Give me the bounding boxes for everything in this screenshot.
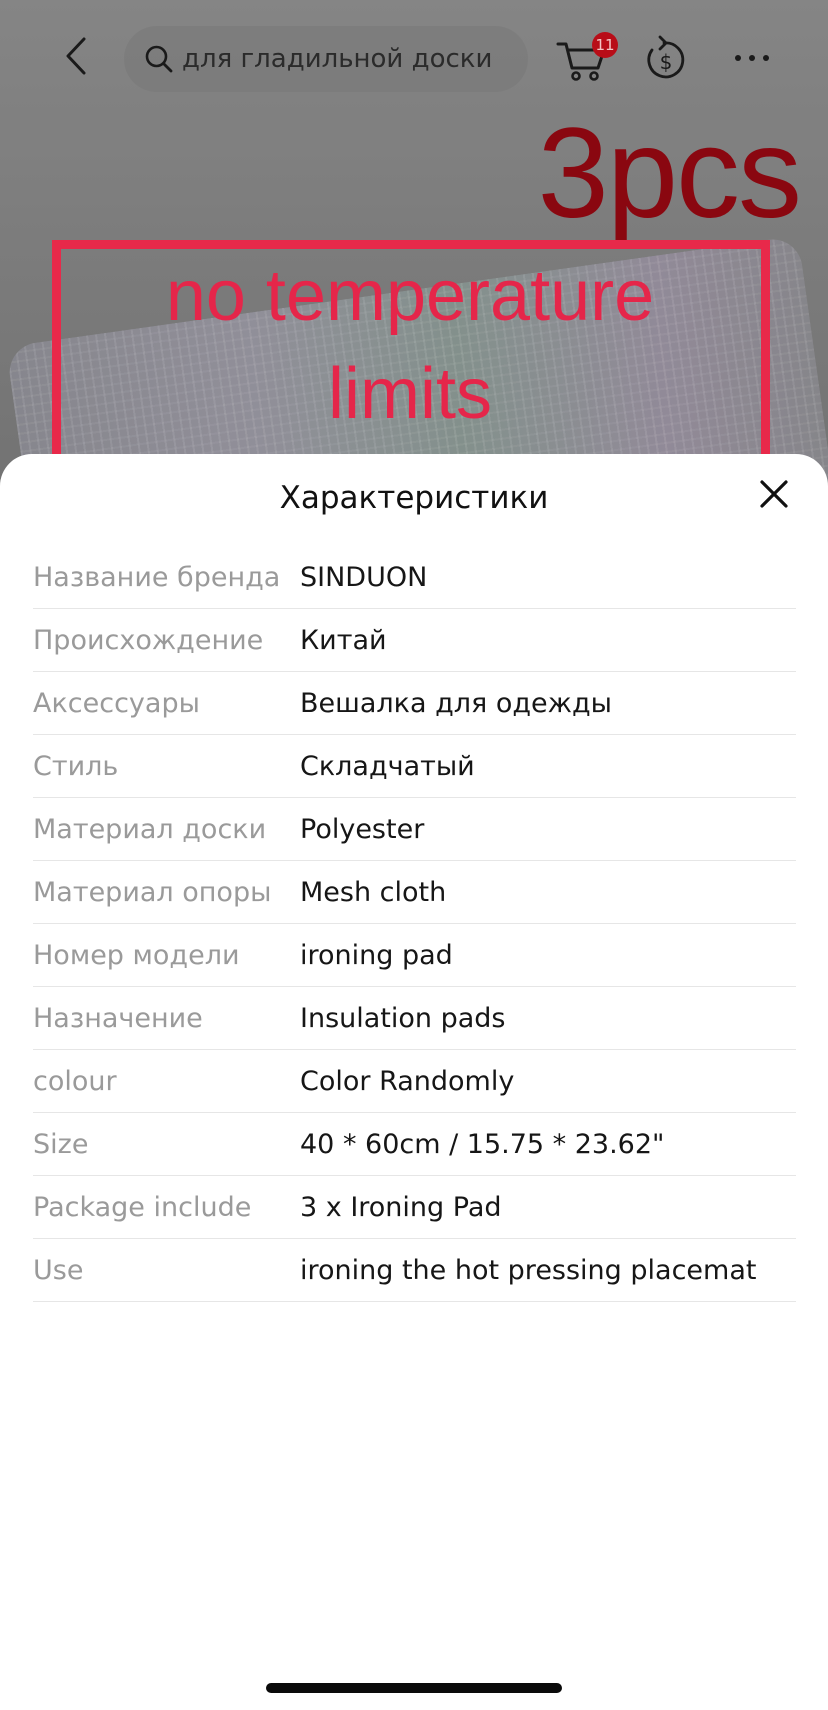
- cart-icon: [554, 42, 610, 88]
- spec-key: Название бренда: [33, 561, 281, 593]
- spec-key: Стиль: [33, 750, 119, 782]
- search-icon: [144, 44, 174, 74]
- spec-row: Название бренда SINDUON: [33, 546, 796, 609]
- spec-value: Insulation pads: [300, 1002, 506, 1034]
- spec-row: Стиль Складчатый: [33, 735, 796, 798]
- more-button[interactable]: [730, 40, 774, 74]
- spec-row: Номер модели ironing pad: [33, 924, 796, 987]
- spec-row: Size 40 * 60cm / 15.75 * 23.62": [33, 1113, 796, 1176]
- spec-row: Package include 3 x Ironing Pad: [33, 1176, 796, 1239]
- coin-button[interactable]: $: [644, 34, 688, 84]
- more-dots-icon: [732, 48, 772, 67]
- spec-key: Материал доски: [33, 813, 267, 845]
- spec-value: SINDUON: [300, 561, 428, 593]
- back-button[interactable]: [56, 34, 96, 82]
- home-indicator[interactable]: [266, 1683, 562, 1693]
- spec-key: Use: [33, 1254, 84, 1286]
- spec-value: Color Randomly: [300, 1065, 515, 1097]
- image-text-line2: limits: [328, 354, 492, 434]
- coin-refresh-icon: $: [644, 35, 688, 88]
- top-nav: для гладильной доски 11 $: [0, 20, 828, 96]
- spec-value: Складчатый: [300, 750, 475, 782]
- spec-row: Use ironing the hot pressing placemat: [33, 1239, 796, 1302]
- spec-key: Назначение: [33, 1002, 203, 1034]
- spec-key: Материал опоры: [33, 876, 272, 908]
- spec-value: 3 x Ironing Pad: [300, 1191, 502, 1223]
- spec-key: colour: [33, 1065, 117, 1097]
- spec-row: Материал опоры Mesh cloth: [33, 861, 796, 924]
- spec-value: Mesh cloth: [300, 876, 447, 908]
- spec-key: Номер модели: [33, 939, 240, 971]
- spec-value: 40 * 60cm / 15.75 * 23.62": [300, 1128, 665, 1160]
- spec-row: Назначение Insulation pads: [33, 987, 796, 1050]
- spec-row: Происхождение Китай: [33, 609, 796, 672]
- spec-value: ironing the hot pressing placemat: [300, 1254, 757, 1286]
- image-text-3pcs: 3pcs: [537, 102, 802, 245]
- cart-count-badge: 11: [592, 32, 618, 58]
- spec-list: Название бренда SINDUON Происхождение Ки…: [33, 546, 796, 1302]
- spec-row: Материал доски Polyester: [33, 798, 796, 861]
- sheet-title: Характеристики: [279, 480, 549, 516]
- spec-row: colour Color Randomly: [33, 1050, 796, 1113]
- image-text-line1: no temperature: [165, 256, 655, 336]
- spec-value: Polyester: [300, 813, 425, 845]
- spec-value: Китай: [300, 624, 387, 656]
- search-query-text: для гладильной доски: [182, 44, 493, 74]
- close-icon: [759, 479, 789, 513]
- spec-value: Вешалка для одежды: [300, 687, 612, 719]
- svg-text:$: $: [660, 50, 673, 74]
- spec-key: Size: [33, 1128, 89, 1160]
- spec-key: Аксессуары: [33, 687, 200, 719]
- search-input[interactable]: для гладильной доски: [124, 26, 528, 92]
- spec-key: Package include: [33, 1191, 252, 1223]
- chevron-left-icon: [64, 36, 88, 80]
- specifications-sheet: Характеристики Название бренда SINDUON П…: [0, 454, 828, 1710]
- spec-key: Происхождение: [33, 624, 264, 656]
- close-button[interactable]: [756, 478, 792, 514]
- spec-row: Аксессуары Вешалка для одежды: [33, 672, 796, 735]
- spec-value: ironing pad: [300, 939, 453, 971]
